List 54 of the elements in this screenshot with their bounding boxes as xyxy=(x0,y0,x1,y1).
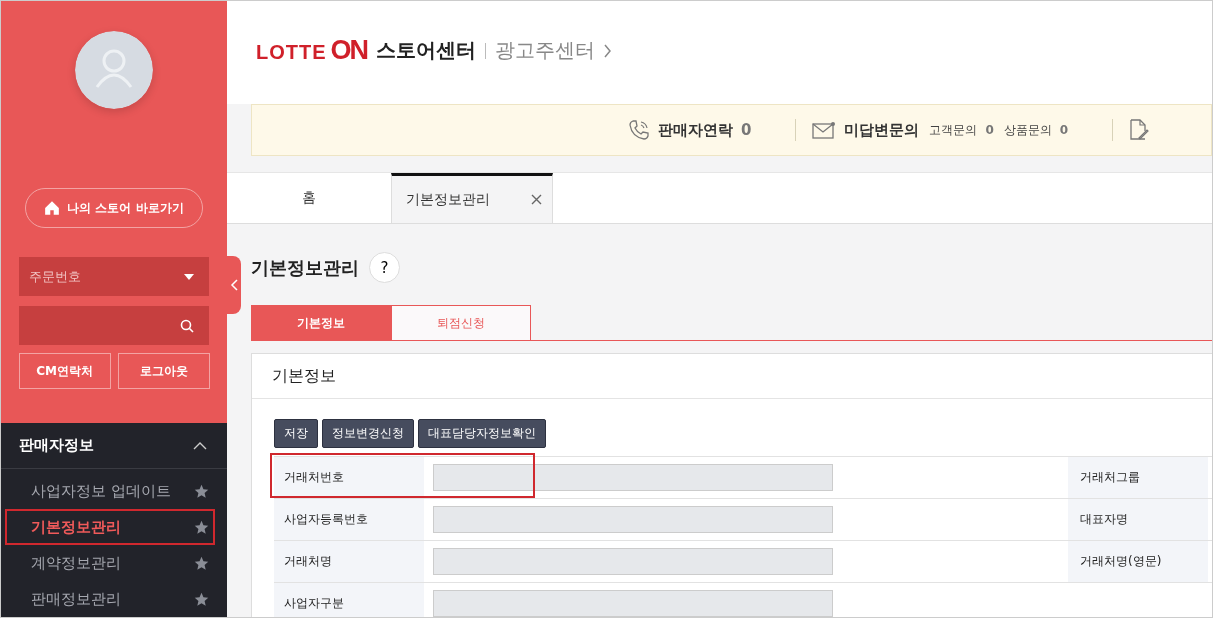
table-cell: 사업자구분 xyxy=(274,583,424,617)
phone-icon xyxy=(628,119,650,141)
action-button[interactable]: 정보변경신청 xyxy=(322,419,414,448)
star-icon xyxy=(194,519,209,535)
sidebar-button[interactable]: CM연락처 xyxy=(18,353,111,389)
table-cell: 거래처명 xyxy=(274,541,424,582)
notice-sub-label[interactable]: 고객문의 xyxy=(929,121,978,139)
star-icon xyxy=(194,591,209,607)
sub-tab[interactable]: 퇴점신청 xyxy=(391,305,531,340)
help-button[interactable]: ? xyxy=(369,252,400,283)
input-field[interactable] xyxy=(433,506,833,533)
input-field[interactable] xyxy=(433,548,833,575)
panel-title: 기본정보 xyxy=(272,365,336,387)
chevron-icon xyxy=(193,441,207,450)
caret-icon xyxy=(184,273,194,280)
input-field[interactable] xyxy=(433,590,833,617)
chevron-icon xyxy=(230,279,238,291)
menu-item[interactable]: 기본정보관리 xyxy=(5,509,215,545)
avatar-icon xyxy=(75,31,153,109)
input-field[interactable] xyxy=(433,464,833,491)
menu-item[interactable]: 판매정보관리 xyxy=(5,581,215,617)
notice-label[interactable]: 판매자연락 xyxy=(658,120,733,140)
table-cell: 대표자명 xyxy=(1068,499,1208,540)
action-button[interactable]: 대표담당자정보확인 xyxy=(418,419,546,448)
logo[interactable]: LOTTE ON xyxy=(256,35,368,66)
star-icon xyxy=(194,555,209,571)
action-button[interactable]: 저장 xyxy=(274,419,318,448)
table-cell: 거래처명(영문) xyxy=(1068,541,1208,582)
table-cell: 거래처번호 xyxy=(274,457,424,498)
menu-item[interactable]: 사업자정보 업데이트 xyxy=(5,473,215,509)
table-cell: 거래처그룹 xyxy=(1068,457,1208,498)
menu-item[interactable]: 계약정보관리 xyxy=(5,545,215,581)
notice-sub-count[interactable]: 0 xyxy=(1059,123,1069,137)
advertiser-center-link[interactable]: 광고주센터 xyxy=(495,37,596,64)
notice-label[interactable]: 미답변문의 xyxy=(844,120,920,140)
notice-sub-label[interactable]: 상품문의 xyxy=(1003,121,1052,139)
page-tab[interactable]: 홈 xyxy=(227,173,391,223)
chevron-icon xyxy=(604,43,613,58)
sidebar-button[interactable]: 로그아웃 xyxy=(117,353,210,389)
search-icon xyxy=(180,318,194,333)
table-cell: 사업자등록번호 xyxy=(274,499,424,540)
star-icon xyxy=(194,483,209,499)
document-edit-icon xyxy=(1129,119,1150,141)
notice-sub-count[interactable]: 0 xyxy=(985,123,994,137)
home-icon xyxy=(44,200,61,216)
search-field[interactable] xyxy=(19,306,209,345)
collapse-handle[interactable] xyxy=(227,256,241,314)
sub-tab[interactable]: 기본정보 xyxy=(251,305,391,340)
close-icon[interactable] xyxy=(531,194,542,205)
notice-count[interactable]: 0 xyxy=(741,121,752,139)
site-title: 스토어센터 xyxy=(376,37,477,64)
mail-icon xyxy=(812,121,837,139)
page-tab[interactable]: 기본정보관리 xyxy=(391,173,553,223)
page-title: 기본정보관리 xyxy=(251,255,359,280)
